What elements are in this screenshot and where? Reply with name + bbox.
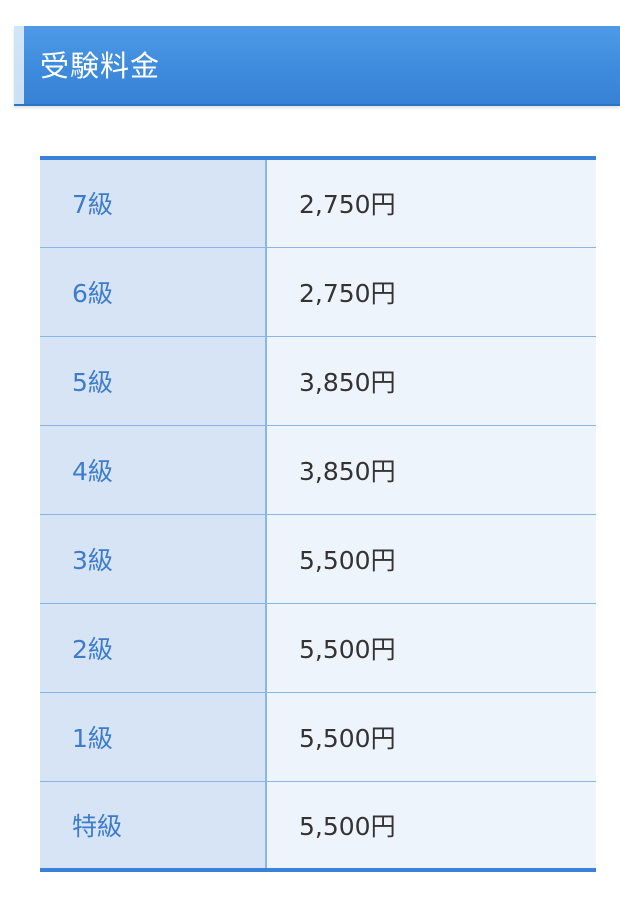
fee-value: 5,500円 <box>266 781 596 870</box>
exam-fee-table: 7級 2,750円 6級 2,750円 5級 3,850円 4級 3,850円 … <box>40 156 596 872</box>
grade-label: 7級 <box>40 158 267 248</box>
section-header: 受験料金 <box>14 26 620 106</box>
table-row: 3級 5,500円 <box>40 514 596 604</box>
section-title: 受験料金 <box>40 49 161 83</box>
grade-label: 4級 <box>40 425 267 515</box>
fee-value: 3,850円 <box>266 336 596 426</box>
table-row: 7級 2,750円 <box>40 158 596 248</box>
fee-value: 3,850円 <box>266 425 596 515</box>
fee-value: 2,750円 <box>266 247 596 337</box>
fee-value: 5,500円 <box>266 692 596 782</box>
header-accent-bar <box>14 26 24 104</box>
grade-label: 6級 <box>40 247 267 337</box>
table-row: 特級 5,500円 <box>40 781 596 870</box>
fee-value: 2,750円 <box>266 158 596 248</box>
grade-label: 特級 <box>40 781 267 870</box>
table-row: 5級 3,850円 <box>40 336 596 426</box>
grade-label: 2級 <box>40 603 267 693</box>
grade-label: 3級 <box>40 514 267 604</box>
table-row: 6級 2,750円 <box>40 247 596 337</box>
table-row: 4級 3,850円 <box>40 425 596 515</box>
fee-value: 5,500円 <box>266 603 596 693</box>
grade-label: 1級 <box>40 692 267 782</box>
table-row: 1級 5,500円 <box>40 692 596 782</box>
table-row: 2級 5,500円 <box>40 603 596 693</box>
fee-value: 5,500円 <box>266 514 596 604</box>
page: 受験料金 7級 2,750円 6級 2,750円 5級 3,850円 4級 3,… <box>0 0 620 900</box>
grade-label: 5級 <box>40 336 267 426</box>
